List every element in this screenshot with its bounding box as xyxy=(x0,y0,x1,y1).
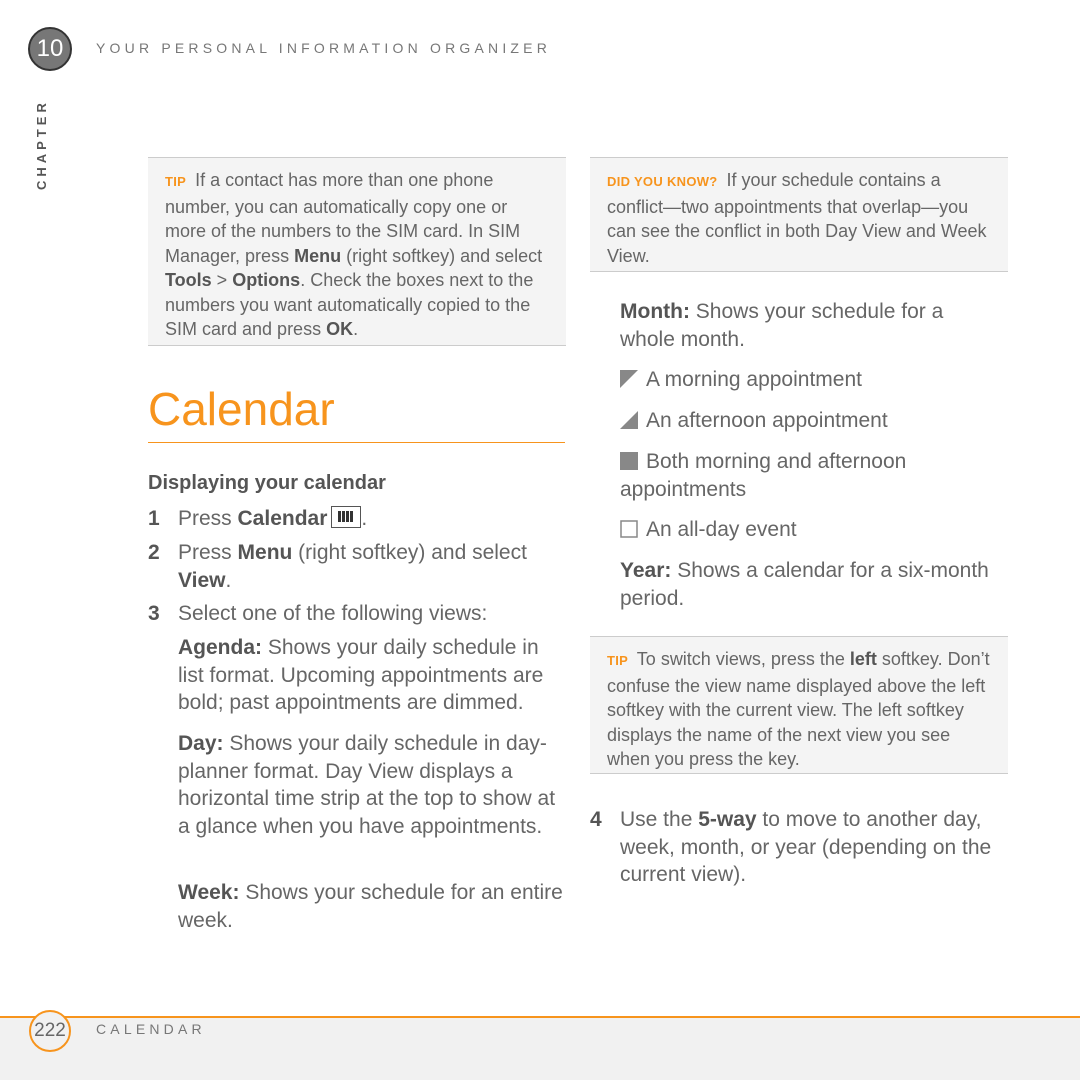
filled-square-icon xyxy=(620,452,638,470)
text: An afternoon appointment xyxy=(646,409,888,432)
afternoon-triangle-icon xyxy=(620,411,638,429)
text: An all-day event xyxy=(646,518,797,541)
text: (right softkey) and select xyxy=(292,541,527,564)
text: To switch views, press the xyxy=(632,649,850,669)
step-number: 4 xyxy=(590,808,602,831)
text: (right softkey) and select xyxy=(341,245,543,266)
bold-text: Month: xyxy=(620,300,690,323)
legend-both: Both morning and afternoon appointments xyxy=(620,448,1000,503)
legend-morning: A morning appointment xyxy=(620,366,1000,394)
bold-text: 5-way xyxy=(698,808,757,831)
chapter-number-badge: 10 xyxy=(28,27,72,71)
text: Press xyxy=(178,507,238,530)
text: Select one of the following views: xyxy=(178,602,488,625)
did-you-know-label: DID YOU KNOW? xyxy=(607,174,718,189)
view-year: Year: Shows a calendar for a six-month p… xyxy=(620,557,1005,612)
legend-afternoon: An afternoon appointment xyxy=(620,407,1000,435)
page-number: 222 xyxy=(29,1010,71,1052)
text: A morning appointment xyxy=(646,368,862,391)
view-week: Week: Shows your schedule for an entire … xyxy=(178,879,568,934)
bold-text: Agenda: xyxy=(178,636,262,659)
text: Shows a calendar for a six-month period. xyxy=(620,559,989,610)
text: Shows your daily schedule in day-planner… xyxy=(178,732,556,838)
text: Both morning and afternoon appointments xyxy=(620,450,907,501)
text: . xyxy=(361,507,368,530)
tip-label: TIP xyxy=(607,653,629,668)
subheading: Displaying your calendar xyxy=(148,472,386,494)
bold-text: Options xyxy=(232,270,301,290)
view-month: Month: Shows your schedule for a whole m… xyxy=(620,298,1000,353)
tip-label: TIP xyxy=(165,174,187,189)
text: > xyxy=(211,270,233,290)
bold-text: Tools xyxy=(165,270,212,290)
empty-square-icon xyxy=(620,520,638,538)
text: Use the xyxy=(620,808,699,831)
bold-text: Week: xyxy=(178,881,240,904)
step-number: 3 xyxy=(148,602,160,625)
step-1: 1 Press Calendar. xyxy=(148,505,568,533)
step-3: 3 Select one of the following views: xyxy=(148,600,568,628)
view-agenda: Agenda: Shows your daily schedule in lis… xyxy=(178,634,568,717)
bold-text: OK xyxy=(326,319,354,339)
bold-text: Calendar xyxy=(237,507,328,530)
running-header: YOUR PERSONAL INFORMATION ORGANIZER xyxy=(96,40,552,56)
step-number: 2 xyxy=(148,541,160,564)
step-4: 4 Use the 5-way to move to another day, w… xyxy=(590,806,1008,889)
footer-section: CALENDAR xyxy=(96,1021,206,1037)
step-number: 1 xyxy=(148,507,160,530)
step-2: 2 Press Menu (right softkey) and select V… xyxy=(148,539,568,594)
calendar-icon xyxy=(331,506,362,528)
text: Press xyxy=(178,541,238,564)
legend-all-day: An all-day event xyxy=(620,516,1000,544)
tip-box-sim: TIP If a contact has more than one phone… xyxy=(148,157,566,346)
tip-box-views: TIP To switch views, press the left soft… xyxy=(590,636,1008,774)
bold-text: Menu xyxy=(294,245,342,266)
morning-triangle-icon xyxy=(620,370,638,388)
bold-text: Day: xyxy=(178,732,224,755)
bold-text: left xyxy=(849,649,877,669)
text: . xyxy=(225,568,232,592)
text: . xyxy=(353,319,359,339)
bold-text: View xyxy=(178,568,226,592)
chapter-label: CHAPTER xyxy=(34,99,49,190)
bold-text: Year: xyxy=(620,559,672,582)
view-day: Day: Shows your daily schedule in day-pl… xyxy=(178,730,568,840)
section-heading: Calendar xyxy=(148,382,565,443)
did-you-know-box: DID YOU KNOW? If your schedule contains … xyxy=(590,157,1008,272)
bold-text: Menu xyxy=(237,541,293,564)
